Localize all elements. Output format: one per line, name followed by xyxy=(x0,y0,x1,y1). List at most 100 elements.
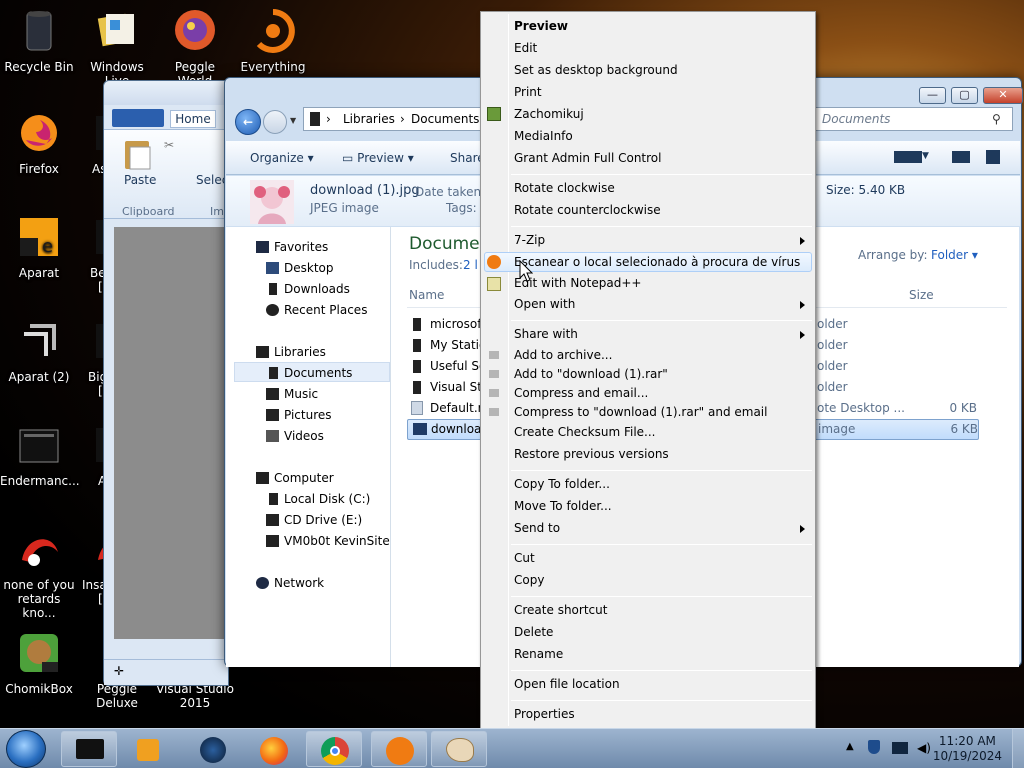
nav-desktop[interactable]: Desktop xyxy=(266,261,334,275)
maximize-button[interactable]: ▢ xyxy=(951,87,978,104)
taskbar-explorer[interactable] xyxy=(61,731,117,767)
menu-item-scan-virus[interactable]: Escanear o local selecionado à procura d… xyxy=(514,255,800,269)
menu-item-compress-and-email[interactable]: Compress and email... xyxy=(514,386,648,400)
includes-link[interactable]: 2 l xyxy=(463,258,478,272)
menu-item-7zip[interactable]: 7-Zip xyxy=(514,233,545,247)
desktop-icon-aparat[interactable]: e Aparat xyxy=(0,214,78,280)
security-shield-icon[interactable] xyxy=(868,740,880,754)
organize-button[interactable]: Organize ▾ xyxy=(250,151,314,165)
menu-item-add-to-rar[interactable]: Add to "download (1).rar" xyxy=(514,367,668,381)
start-button[interactable] xyxy=(6,730,46,768)
desktop-icon-partial-5[interactable]: Insa [ xyxy=(78,526,106,606)
column-size[interactable]: Size xyxy=(909,288,934,302)
breadcrumb-documents[interactable]: Documents xyxy=(411,112,479,126)
history-dropdown-icon[interactable]: ▼ xyxy=(290,116,296,125)
taskbar-media-player[interactable] xyxy=(121,731,177,767)
desktop-icon-peggle-deluxe[interactable]: Peggle Deluxe xyxy=(78,682,156,710)
menu-item-edit-notepad-plus-plus[interactable]: Edit with Notepad++ xyxy=(514,276,641,290)
menu-item-print[interactable]: Print xyxy=(514,85,542,99)
menu-item-mediainfo[interactable]: MediaInfo xyxy=(514,129,573,143)
back-button[interactable]: ← xyxy=(235,109,261,135)
menu-item-grant-admin[interactable]: Grant Admin Full Control xyxy=(514,151,661,165)
nav-local-disk[interactable]: Local Disk (C:) xyxy=(269,492,370,506)
desktop-icon-partial-3[interactable]: Big [ xyxy=(78,318,106,398)
taskbar-paint[interactable] xyxy=(431,731,487,767)
search-input[interactable]: Documents ⚲ xyxy=(815,107,1013,131)
app-menu-button[interactable] xyxy=(112,109,164,127)
menu-item-copy-to-folder[interactable]: Copy To folder... xyxy=(514,477,610,491)
arrange-by-dropdown[interactable]: Folder ▾ xyxy=(931,248,978,262)
desktop-icon-partial-4[interactable]: A xyxy=(78,422,106,488)
minimize-button[interactable]: — xyxy=(919,87,946,104)
preview-button[interactable]: ▭ Preview ▾ xyxy=(342,151,414,165)
menu-item-cut[interactable]: Cut xyxy=(514,551,535,565)
desktop-icon-partial-1[interactable]: As xyxy=(78,110,106,176)
scissors-icon[interactable]: ✂ xyxy=(164,138,174,152)
nav-network-share[interactable]: VM0b0t KevinSite xyxy=(266,534,390,548)
column-name[interactable]: Name xyxy=(409,288,444,302)
breadcrumb-libraries[interactable]: Libraries xyxy=(343,112,395,126)
nav-music[interactable]: Music xyxy=(266,387,318,401)
desktop-icon-peggle-world[interactable]: Peggle World xyxy=(156,8,234,88)
menu-item-move-to-folder[interactable]: Move To folder... xyxy=(514,499,612,513)
menu-item-send-to[interactable]: Send to xyxy=(514,521,560,535)
menu-item-compress-to-rar-email[interactable]: Compress to "download (1).rar" and email xyxy=(514,405,767,419)
background-window[interactable]: Home Paste ✂ Clipboard Selec Im ✛ xyxy=(103,80,229,686)
menu-item-create-checksum[interactable]: Create Checksum File... xyxy=(514,425,656,439)
views-button[interactable] xyxy=(894,151,922,163)
nav-videos[interactable]: Videos xyxy=(266,429,324,443)
menu-item-copy[interactable]: Copy xyxy=(514,573,544,587)
forward-button[interactable] xyxy=(263,110,287,134)
menu-item-open-with[interactable]: Open with xyxy=(514,297,575,311)
canvas-area[interactable] xyxy=(114,227,228,639)
desktop-icon-chomikbox[interactable]: ChomikBox xyxy=(0,630,78,696)
menu-item-create-shortcut[interactable]: Create shortcut xyxy=(514,603,607,617)
close-button[interactable]: ✕ xyxy=(983,87,1023,104)
system-clock[interactable]: 11:20 AM 10/19/2024 xyxy=(933,734,1002,764)
nav-downloads[interactable]: Downloads xyxy=(269,282,350,296)
nav-favorites[interactable]: Favorites xyxy=(256,240,328,254)
menu-item-rotate-counterclockwise[interactable]: Rotate counterclockwise xyxy=(514,203,661,217)
desktop-icon-partial-2[interactable]: Be [ xyxy=(78,214,106,294)
menu-item-properties[interactable]: Properties xyxy=(514,707,575,721)
desktop-icon-endermanch[interactable]: Endermanc... xyxy=(0,422,80,488)
menu-item-restore-previous-versions[interactable]: Restore previous versions xyxy=(514,447,669,461)
taskbar-avast[interactable] xyxy=(371,731,427,767)
network-tray-icon[interactable] xyxy=(892,742,908,754)
desktop-icon-windows-live[interactable]: Windows Live xyxy=(78,8,156,88)
desktop-icon-none-of-you[interactable]: none of you retards kno... xyxy=(0,526,78,620)
show-hidden-icons-button[interactable]: ▲ xyxy=(846,741,854,752)
menu-item-delete[interactable]: Delete xyxy=(514,625,553,639)
menu-item-edit[interactable]: Edit xyxy=(514,41,537,55)
nav-network[interactable]: Network xyxy=(256,576,324,590)
menu-item-preview[interactable]: Preview xyxy=(514,19,568,33)
nav-documents[interactable]: Documents xyxy=(269,366,352,380)
show-desktop-button[interactable] xyxy=(1012,729,1024,768)
tab-home[interactable]: Home xyxy=(170,110,216,128)
desktop-icon-firefox[interactable]: Firefox xyxy=(0,110,78,176)
views-dropdown-icon[interactable]: ▼ xyxy=(922,151,929,161)
menu-item-add-to-archive[interactable]: Add to archive... xyxy=(514,348,612,362)
nav-computer[interactable]: Computer xyxy=(256,471,334,485)
taskbar-firefox[interactable] xyxy=(246,731,302,767)
desktop-icon-recycle-bin[interactable]: Recycle Bin xyxy=(0,8,78,74)
menu-item-share-with[interactable]: Share with xyxy=(514,327,578,341)
menu-item-rotate-clockwise[interactable]: Rotate clockwise xyxy=(514,181,615,195)
desktop-icon-everything[interactable]: Everything xyxy=(234,8,312,74)
desktop-icon-visual-studio[interactable]: Visual Studio 2015 xyxy=(156,682,234,710)
preview-pane-button[interactable] xyxy=(952,151,970,163)
taskbar-chrome[interactable] xyxy=(306,731,362,767)
menu-item-zachomikuj[interactable]: Zachomikuj xyxy=(514,107,584,121)
nav-recent-places[interactable]: Recent Places xyxy=(266,303,367,317)
nav-libraries[interactable]: Libraries xyxy=(256,345,326,359)
help-button[interactable] xyxy=(986,150,1000,164)
desktop-icon-aparat-2[interactable]: Aparat (2) xyxy=(0,318,78,384)
paste-button[interactable]: Paste xyxy=(124,173,156,187)
menu-item-open-file-location[interactable]: Open file location xyxy=(514,677,620,691)
nav-pictures[interactable]: Pictures xyxy=(266,408,332,422)
taskbar-app-dark[interactable] xyxy=(186,731,242,767)
menu-item-rename[interactable]: Rename xyxy=(514,647,563,661)
volume-tray-icon[interactable]: ◀) xyxy=(917,741,931,755)
menu-item-set-desktop-background[interactable]: Set as desktop background xyxy=(514,63,678,77)
nav-cd-drive[interactable]: CD Drive (E:) xyxy=(266,513,362,527)
